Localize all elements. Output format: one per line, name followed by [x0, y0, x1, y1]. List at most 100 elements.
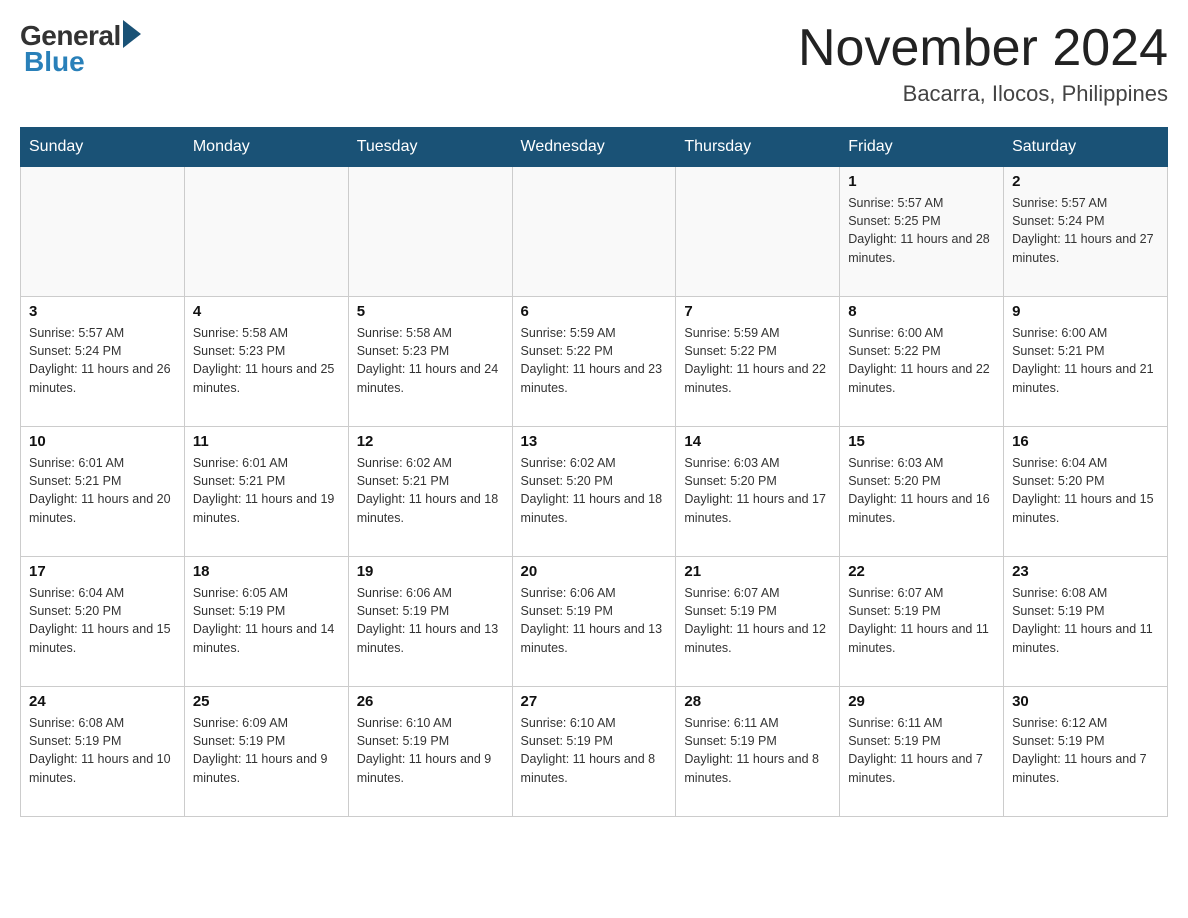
- calendar-cell: 25 Sunrise: 6:09 AMSunset: 5:19 PMDayligh…: [184, 687, 348, 817]
- week-row-1: 1 Sunrise: 5:57 AMSunset: 5:25 PMDaylight…: [21, 167, 1168, 297]
- day-number: 21: [684, 563, 831, 580]
- day-number: 6: [521, 303, 668, 320]
- day-number: 9: [1012, 303, 1159, 320]
- calendar-cell: 24 Sunrise: 6:08 AMSunset: 5:19 PMDayligh…: [21, 687, 185, 817]
- day-info: Sunrise: 6:06 AMSunset: 5:19 PMDaylight:…: [357, 584, 504, 657]
- weekday-header-sunday: Sunday: [21, 128, 185, 167]
- day-number: 25: [193, 693, 340, 710]
- calendar-cell: 5 Sunrise: 5:58 AMSunset: 5:23 PMDaylight…: [348, 297, 512, 427]
- day-number: 1: [848, 173, 995, 190]
- day-number: 5: [357, 303, 504, 320]
- day-info: Sunrise: 5:59 AMSunset: 5:22 PMDaylight:…: [521, 324, 668, 397]
- calendar-cell: 9Sunrise: 6:00 AMSunset: 5:21 PMDaylight…: [1004, 297, 1168, 427]
- weekday-header-wednesday: Wednesday: [512, 128, 676, 167]
- calendar-cell: 13 Sunrise: 6:02 AMSunset: 5:20 PMDayligh…: [512, 427, 676, 557]
- week-row-2: 3Sunrise: 5:57 AMSunset: 5:24 PMDaylight…: [21, 297, 1168, 427]
- logo: General Blue: [20, 20, 141, 78]
- calendar-cell: 21 Sunrise: 6:07 AMSunset: 5:19 PMDayligh…: [676, 557, 840, 687]
- calendar-cell: 26 Sunrise: 6:10 AMSunset: 5:19 PMDayligh…: [348, 687, 512, 817]
- day-info: Sunrise: 6:08 AMSunset: 5:19 PMDaylight:…: [1012, 584, 1159, 657]
- day-info: Sunrise: 6:04 AMSunset: 5:20 PMDaylight:…: [29, 584, 176, 657]
- day-number: 4: [193, 303, 340, 320]
- calendar-cell: 20 Sunrise: 6:06 AMSunset: 5:19 PMDayligh…: [512, 557, 676, 687]
- day-info: Sunrise: 6:04 AMSunset: 5:20 PMDaylight:…: [1012, 454, 1159, 527]
- calendar-cell: 29 Sunrise: 6:11 AMSunset: 5:19 PMDayligh…: [840, 687, 1004, 817]
- day-info: Sunrise: 6:03 AMSunset: 5:20 PMDaylight:…: [684, 454, 831, 527]
- day-number: 20: [521, 563, 668, 580]
- day-number: 24: [29, 693, 176, 710]
- day-number: 29: [848, 693, 995, 710]
- weekday-header-tuesday: Tuesday: [348, 128, 512, 167]
- calendar-cell: 27 Sunrise: 6:10 AMSunset: 5:19 PMDayligh…: [512, 687, 676, 817]
- week-row-4: 17 Sunrise: 6:04 AMSunset: 5:20 PMDayligh…: [21, 557, 1168, 687]
- calendar-cell: 28 Sunrise: 6:11 AMSunset: 5:19 PMDayligh…: [676, 687, 840, 817]
- calendar-subtitle: Bacarra, Ilocos, Philippines: [798, 81, 1168, 107]
- week-row-3: 10 Sunrise: 6:01 AMSunset: 5:21 PMDayligh…: [21, 427, 1168, 557]
- calendar-cell: 30Sunrise: 6:12 AMSunset: 5:19 PMDayligh…: [1004, 687, 1168, 817]
- day-info: Sunrise: 6:02 AMSunset: 5:20 PMDaylight:…: [521, 454, 668, 527]
- day-number: 19: [357, 563, 504, 580]
- calendar-cell: 14 Sunrise: 6:03 AMSunset: 5:20 PMDayligh…: [676, 427, 840, 557]
- calendar-cell: 4 Sunrise: 5:58 AMSunset: 5:23 PMDaylight…: [184, 297, 348, 427]
- calendar-cell: 3Sunrise: 5:57 AMSunset: 5:24 PMDaylight…: [21, 297, 185, 427]
- day-info: Sunrise: 6:10 AMSunset: 5:19 PMDaylight:…: [357, 714, 504, 787]
- weekday-header-monday: Monday: [184, 128, 348, 167]
- calendar-cell: 6 Sunrise: 5:59 AMSunset: 5:22 PMDaylight…: [512, 297, 676, 427]
- calendar-cell: [184, 167, 348, 297]
- calendar-cell: 1 Sunrise: 5:57 AMSunset: 5:25 PMDaylight…: [840, 167, 1004, 297]
- day-info: Sunrise: 5:58 AMSunset: 5:23 PMDaylight:…: [357, 324, 504, 397]
- page-header: General Blue November 2024 Bacarra, Iloc…: [20, 20, 1168, 107]
- calendar-cell: 7 Sunrise: 5:59 AMSunset: 5:22 PMDaylight…: [676, 297, 840, 427]
- day-info: Sunrise: 6:01 AMSunset: 5:21 PMDaylight:…: [193, 454, 340, 527]
- day-info: Sunrise: 6:06 AMSunset: 5:19 PMDaylight:…: [521, 584, 668, 657]
- calendar-title: November 2024: [798, 20, 1168, 77]
- day-info: Sunrise: 5:58 AMSunset: 5:23 PMDaylight:…: [193, 324, 340, 397]
- calendar-cell: 23 Sunrise: 6:08 AMSunset: 5:19 PMDayligh…: [1004, 557, 1168, 687]
- day-info: Sunrise: 6:07 AMSunset: 5:19 PMDaylight:…: [684, 584, 831, 657]
- calendar-cell: 12 Sunrise: 6:02 AMSunset: 5:21 PMDayligh…: [348, 427, 512, 557]
- day-info: Sunrise: 6:11 AMSunset: 5:19 PMDaylight:…: [848, 714, 995, 787]
- day-number: 15: [848, 433, 995, 450]
- day-number: 28: [684, 693, 831, 710]
- day-number: 17: [29, 563, 176, 580]
- day-info: Sunrise: 6:11 AMSunset: 5:19 PMDaylight:…: [684, 714, 831, 787]
- calendar-cell: 8Sunrise: 6:00 AMSunset: 5:22 PMDaylight…: [840, 297, 1004, 427]
- calendar-cell: [21, 167, 185, 297]
- calendar-cell: [676, 167, 840, 297]
- day-number: 14: [684, 433, 831, 450]
- day-number: 3: [29, 303, 176, 320]
- day-info: Sunrise: 6:05 AMSunset: 5:19 PMDaylight:…: [193, 584, 340, 657]
- title-section: November 2024 Bacarra, Ilocos, Philippin…: [798, 20, 1168, 107]
- weekday-header-friday: Friday: [840, 128, 1004, 167]
- day-number: 26: [357, 693, 504, 710]
- calendar-table: SundayMondayTuesdayWednesdayThursdayFrid…: [20, 127, 1168, 817]
- day-info: Sunrise: 6:10 AMSunset: 5:19 PMDaylight:…: [521, 714, 668, 787]
- weekday-header-thursday: Thursday: [676, 128, 840, 167]
- calendar-cell: 18 Sunrise: 6:05 AMSunset: 5:19 PMDayligh…: [184, 557, 348, 687]
- day-info: Sunrise: 6:08 AMSunset: 5:19 PMDaylight:…: [29, 714, 176, 787]
- logo-arrow-icon: [123, 20, 141, 48]
- calendar-cell: 11Sunrise: 6:01 AMSunset: 5:21 PMDayligh…: [184, 427, 348, 557]
- day-number: 10: [29, 433, 176, 450]
- calendar-cell: 22Sunrise: 6:07 AMSunset: 5:19 PMDayligh…: [840, 557, 1004, 687]
- day-number: 13: [521, 433, 668, 450]
- calendar-cell: 10 Sunrise: 6:01 AMSunset: 5:21 PMDayligh…: [21, 427, 185, 557]
- day-number: 27: [521, 693, 668, 710]
- day-info: Sunrise: 5:59 AMSunset: 5:22 PMDaylight:…: [684, 324, 831, 397]
- calendar-cell: [348, 167, 512, 297]
- day-number: 23: [1012, 563, 1159, 580]
- calendar-cell: 17 Sunrise: 6:04 AMSunset: 5:20 PMDayligh…: [21, 557, 185, 687]
- day-number: 18: [193, 563, 340, 580]
- weekday-header-saturday: Saturday: [1004, 128, 1168, 167]
- day-info: Sunrise: 5:57 AMSunset: 5:25 PMDaylight:…: [848, 194, 995, 267]
- day-number: 7: [684, 303, 831, 320]
- day-info: Sunrise: 6:09 AMSunset: 5:19 PMDaylight:…: [193, 714, 340, 787]
- calendar-cell: 15Sunrise: 6:03 AMSunset: 5:20 PMDayligh…: [840, 427, 1004, 557]
- day-number: 30: [1012, 693, 1159, 710]
- day-info: Sunrise: 6:01 AMSunset: 5:21 PMDaylight:…: [29, 454, 176, 527]
- day-number: 16: [1012, 433, 1159, 450]
- day-number: 12: [357, 433, 504, 450]
- day-number: 8: [848, 303, 995, 320]
- day-number: 2: [1012, 173, 1159, 190]
- day-info: Sunrise: 6:02 AMSunset: 5:21 PMDaylight:…: [357, 454, 504, 527]
